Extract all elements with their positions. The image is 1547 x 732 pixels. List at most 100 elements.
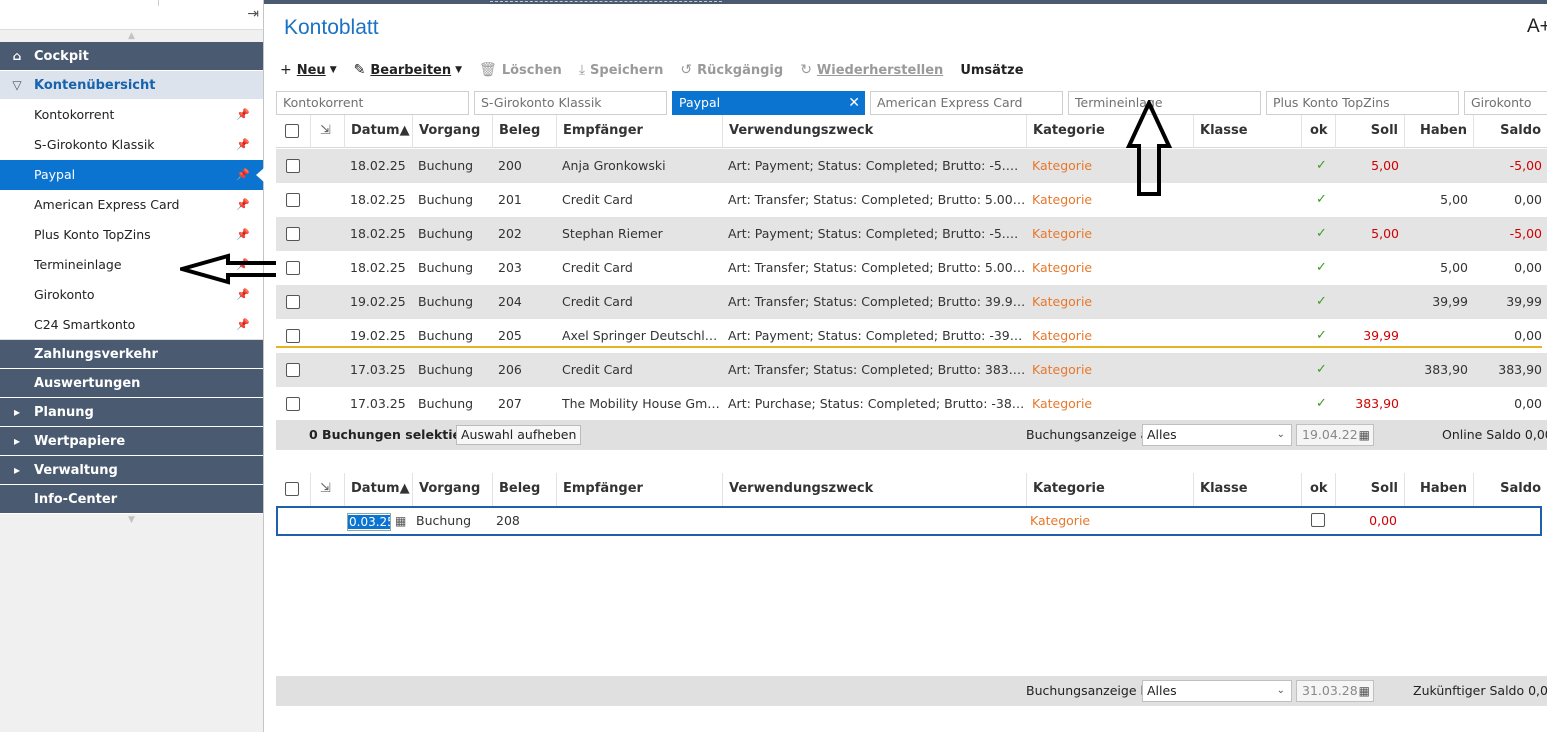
nav-verwaltung[interactable]: ▸ Verwaltung: [0, 456, 263, 485]
col-empfaenger[interactable]: Empfänger: [556, 115, 722, 148]
col-ok[interactable]: ok: [1301, 473, 1335, 506]
sidebar-account-amex[interactable]: American Express Card 📌: [0, 190, 263, 220]
tab-kontokorrent[interactable]: Kontokorrent: [276, 91, 469, 115]
col-empfaenger[interactable]: Empfänger: [556, 473, 722, 506]
select-all-checkbox[interactable]: [285, 481, 299, 496]
col-vorgang[interactable]: Vorgang: [412, 473, 492, 506]
col-saldo[interactable]: Saldo: [1473, 115, 1547, 148]
calendar-icon[interactable]: ▦: [1359, 681, 1370, 701]
col-kategorie[interactable]: Kategorie: [1026, 473, 1193, 506]
select-all-checkbox[interactable]: [285, 123, 299, 138]
display-from-date[interactable]: 19.04.22 ▦: [1296, 424, 1374, 446]
collapse-sidebar-icon[interactable]: ⇥: [247, 6, 259, 22]
tab-plus-konto[interactable]: Plus Konto TopZins: [1266, 91, 1459, 115]
row-checkbox[interactable]: [286, 329, 300, 343]
checkmark-icon[interactable]: ✓: [1310, 353, 1334, 387]
tab-girokonto[interactable]: Girokonto: [1464, 91, 1547, 115]
table-row[interactable]: 17.03.25 Buchung 207 The Mobility House Gmb…: [276, 387, 1547, 417]
nav-wertpapiere[interactable]: ▸ Wertpapiere: [0, 427, 263, 456]
edit-button[interactable]: ✎ Bearbeiten ▼: [354, 62, 462, 78]
row-checkbox[interactable]: [286, 159, 300, 173]
table-row[interactable]: 18.02.25 Buchung 203 Credit Card Art: Transf…: [276, 251, 1547, 285]
table-row[interactable]: 19.02.25 Buchung 204 Credit Card Art: Transf…: [276, 285, 1547, 319]
pin-icon[interactable]: 📌: [236, 220, 250, 250]
collapse-header[interactable]: ⇲: [310, 115, 344, 148]
row-checkbox[interactable]: [286, 193, 300, 207]
table-row[interactable]: 18.02.25 Buchung 200 Anja Gronkowski Art: Pa…: [276, 149, 1547, 183]
checkmark-icon[interactable]: ✓: [1310, 387, 1334, 417]
col-beleg[interactable]: Beleg: [492, 473, 556, 506]
checkmark-icon[interactable]: ✓: [1310, 285, 1334, 319]
col-datum[interactable]: Datum▲: [344, 473, 412, 506]
turnover-button[interactable]: Umsätze: [960, 63, 1023, 78]
row-checkbox[interactable]: [286, 363, 300, 377]
display-from-select[interactable]: Alles ⌄: [1142, 424, 1292, 446]
pin-icon[interactable]: 📌: [236, 190, 250, 220]
table-row[interactable]: 18.02.25 Buchung 202 Stephan Riemer Art: Pay…: [276, 217, 1547, 251]
date-input[interactable]: 0.03.25: [347, 513, 391, 531]
nav-info-center[interactable]: Info-Center: [0, 485, 263, 514]
calendar-icon[interactable]: ▦: [1359, 425, 1370, 445]
font-size-button[interactable]: A+: [1527, 16, 1547, 38]
tab-s-girokonto[interactable]: S-Girokonto Klassik: [474, 91, 667, 115]
col-haben[interactable]: Haben: [1404, 115, 1473, 148]
scroll-down-icon[interactable]: ▼: [0, 514, 263, 526]
col-klasse[interactable]: Klasse: [1193, 115, 1301, 148]
nav-kontenuebersicht[interactable]: ▽ Kontenübersicht: [0, 71, 263, 100]
pin-icon[interactable]: 📌: [236, 160, 250, 190]
calendar-icon[interactable]: ▦: [395, 508, 406, 534]
sidebar-account-plus-konto[interactable]: Plus Konto TopZins 📌: [0, 220, 263, 250]
col-ok[interactable]: ok: [1301, 115, 1335, 148]
checkmark-icon[interactable]: ✓: [1310, 183, 1334, 217]
save-button[interactable]: ⤓ Speichern: [579, 62, 664, 78]
tab-amex[interactable]: American Express Card: [870, 91, 1063, 115]
col-vorgang[interactable]: Vorgang: [412, 115, 492, 148]
row-checkbox[interactable]: [286, 295, 300, 309]
sidebar-account-kontokorrent[interactable]: Kontokorrent 📌: [0, 100, 263, 130]
checkmark-icon[interactable]: ✓: [1310, 149, 1334, 183]
sidebar-account-paypal[interactable]: Paypal 📌: [0, 160, 264, 190]
pin-icon[interactable]: 📌: [236, 130, 250, 160]
col-haben[interactable]: Haben: [1404, 473, 1473, 506]
new-vorgang[interactable]: Buchung: [410, 508, 471, 534]
table-row[interactable]: 18.02.25 Buchung 201 Credit Card Art: Transf…: [276, 183, 1547, 217]
new-entry-row[interactable]: 0.03.25 ▦ Buchung 208 Kategorie 0,00: [276, 506, 1542, 536]
scroll-up-icon[interactable]: ▲: [0, 30, 263, 42]
new-soll[interactable]: 0,00: [1333, 508, 1402, 534]
collapse-header[interactable]: ⇲: [310, 473, 344, 506]
col-zweck[interactable]: Verwendungszweck: [722, 115, 1026, 148]
nav-auswertungen[interactable]: Auswertungen: [0, 369, 263, 398]
sidebar-account-s-girokonto[interactable]: S-Girokonto Klassik 📌: [0, 130, 263, 160]
pin-icon[interactable]: 📌: [236, 310, 250, 340]
ok-checkbox[interactable]: [1311, 513, 1325, 527]
col-soll[interactable]: Soll: [1335, 473, 1404, 506]
tab-paypal[interactable]: Paypal ✕: [672, 91, 865, 115]
nav-planung[interactable]: ▸ Planung: [0, 398, 263, 427]
redo-button[interactable]: ↻ Wiederherstellen: [800, 62, 943, 78]
col-klasse[interactable]: Klasse: [1193, 473, 1301, 506]
display-to-date[interactable]: 31.03.28 ▦: [1296, 680, 1374, 702]
checkmark-icon[interactable]: ✓: [1310, 217, 1334, 251]
display-to-select[interactable]: Alles ⌄: [1142, 680, 1292, 702]
undo-button[interactable]: ↺ Rückgängig: [680, 62, 783, 78]
new-kategorie[interactable]: Kategorie: [1024, 508, 1090, 534]
row-checkbox[interactable]: [286, 397, 300, 411]
new-beleg[interactable]: 208: [490, 508, 520, 534]
row-checkbox[interactable]: [286, 227, 300, 241]
checkmark-icon[interactable]: ✓: [1310, 251, 1334, 285]
table-row[interactable]: 17.03.25 Buchung 206 Credit Card Art: Transf…: [276, 353, 1547, 387]
nav-zahlungsverkehr[interactable]: Zahlungsverkehr: [0, 340, 263, 369]
nav-cockpit[interactable]: ⌂ Cockpit: [0, 42, 263, 71]
sidebar-account-c24[interactable]: C24 Smartkonto 📌: [0, 310, 263, 340]
col-saldo[interactable]: Saldo: [1473, 473, 1547, 506]
clear-selection-button[interactable]: Auswahl aufheben: [456, 425, 582, 445]
close-tab-icon[interactable]: ✕: [848, 92, 860, 114]
pin-icon[interactable]: 📌: [236, 100, 250, 130]
new-button[interactable]: + Neu ▼: [280, 62, 337, 78]
col-zweck[interactable]: Verwendungszweck: [722, 473, 1026, 506]
col-datum[interactable]: Datum▲: [344, 115, 412, 148]
delete-button[interactable]: 🗑 Löschen: [479, 62, 562, 78]
col-soll[interactable]: Soll: [1335, 115, 1404, 148]
col-beleg[interactable]: Beleg: [492, 115, 556, 148]
row-checkbox[interactable]: [286, 261, 300, 275]
